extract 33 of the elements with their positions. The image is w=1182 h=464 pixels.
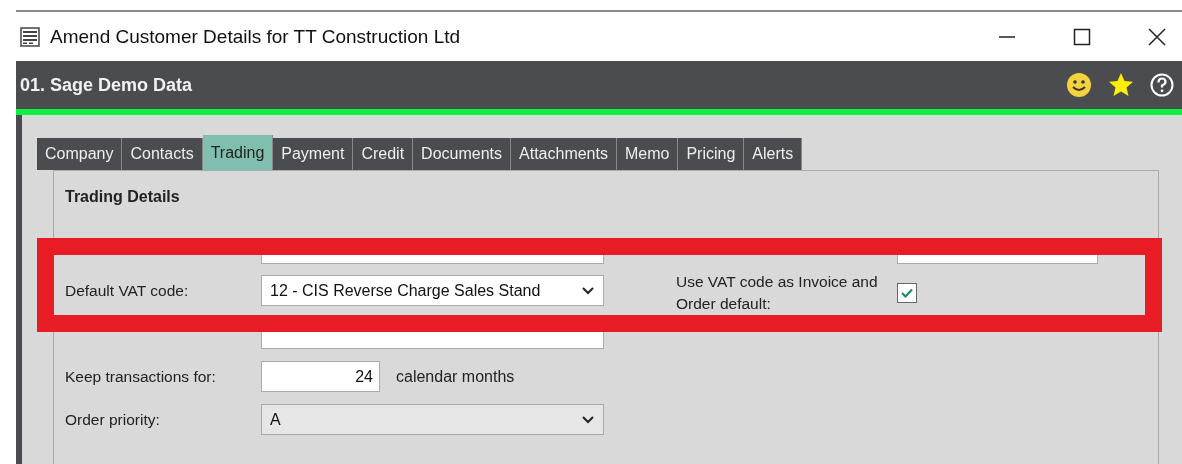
text-field[interactable]: [897, 254, 1098, 264]
tab[interactable]: Documents: [413, 138, 512, 170]
tab[interactable]: Payment: [273, 138, 354, 170]
tab[interactable]: Contacts: [122, 138, 203, 170]
number-field[interactable]: 24: [261, 361, 380, 392]
chevron-down-icon: [581, 414, 595, 425]
smiley-icon[interactable]: [1066, 72, 1092, 98]
close-icon[interactable]: [1148, 27, 1166, 46]
window-title: Amend Customer Details for TT Construction Ltd: [50, 25, 461, 48]
checkmark-icon: [901, 287, 913, 298]
window-icon: [20, 26, 40, 47]
checkbox[interactable]: [897, 282, 917, 303]
company-name: 01. Sage Demo Data: [20, 74, 193, 96]
tab[interactable]: Memo: [616, 138, 679, 170]
dropdown-field[interactable]: A: [261, 404, 604, 435]
maximize-icon[interactable]: [1073, 27, 1091, 46]
tab[interactable]: Company: [37, 138, 123, 170]
star-icon[interactable]: [1108, 72, 1134, 98]
field-label: Use VAT code as Invoice and Order default:: [676, 271, 879, 314]
tab[interactable]: Attachments: [511, 138, 617, 170]
tab[interactable]: Alerts: [744, 138, 803, 170]
field-label: Order priority:: [65, 410, 161, 429]
field-label: Keep transactions for:: [65, 367, 217, 386]
field-label: Default VAT code:: [65, 281, 190, 300]
text-field[interactable]: [261, 254, 604, 264]
tab[interactable]: Credit: [353, 138, 414, 170]
dropdown-field[interactable]: 12 - CIS Reverse Charge Sales Stand: [261, 275, 604, 306]
section-title: Trading Details: [65, 188, 181, 206]
unit-label: calendar months: [396, 367, 515, 386]
chevron-down-icon: [581, 285, 595, 296]
help-icon[interactable]: [1150, 73, 1174, 97]
tab[interactable]: Pricing: [678, 138, 745, 170]
tab[interactable]: Trading: [202, 135, 274, 170]
